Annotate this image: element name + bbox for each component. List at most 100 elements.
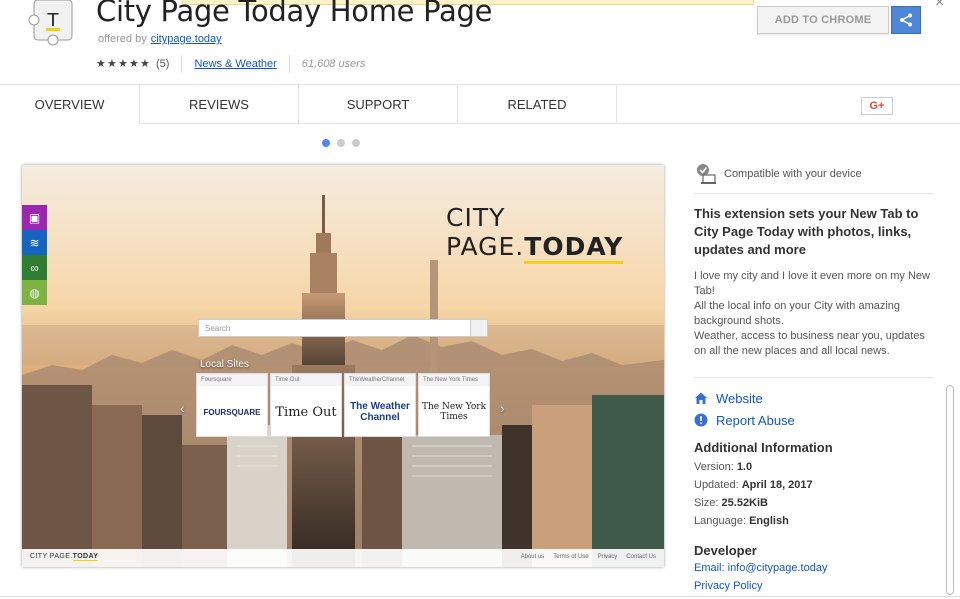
compatibility-text: Compatible with your device: [724, 168, 862, 180]
website-label[interactable]: Website: [716, 391, 763, 406]
email-row: Email: info@citypage.today: [694, 562, 827, 574]
site-tile-header: The New York Times: [419, 374, 489, 386]
logo-suffix: TODAY: [524, 232, 624, 264]
description-body: I love my city and I love it even more o…: [694, 270, 930, 357]
tab-related[interactable]: RELATED: [458, 85, 617, 124]
site-tile-logo: Time Out: [275, 404, 337, 420]
globe-icon[interactable]: ◍: [22, 280, 47, 305]
category-link[interactable]: News & Weather: [194, 58, 276, 70]
star-icon: ★: [129, 57, 139, 70]
star-icon: ★: [118, 57, 128, 70]
footer-link: Contact Us: [626, 554, 656, 560]
footer-logo-prefix: CITY PAGE.: [30, 553, 73, 560]
carousel-dots: [322, 139, 360, 147]
extension-header: T City Page Today Home Page offered by ci…: [0, 0, 960, 85]
site-tile-logo: The New York Times: [421, 402, 487, 422]
rating-row: ★ ★ ★ ★ ★ (5) News & Weather 61,608 users: [96, 55, 366, 73]
screenshot-search-input: Search: [198, 319, 488, 337]
device-check-icon: [697, 164, 716, 184]
updated-label: Updated:: [694, 479, 739, 491]
footer-links: About us Terms of Use Privacy Contact Us: [521, 554, 656, 560]
chevron-left-icon: ‹: [180, 400, 185, 416]
google-plus-button[interactable]: G+: [861, 97, 893, 115]
site-tile-logo: FOURSQUARE: [203, 407, 261, 417]
privacy-policy-link[interactable]: Privacy Policy: [694, 580, 762, 592]
footer-link: About us: [520, 554, 545, 560]
site-tile: The New York Times The New York Times: [418, 373, 490, 437]
extension-title: City Page Today Home Page: [96, 0, 493, 28]
divider: [288, 55, 290, 73]
site-tile-header: Foursquare: [197, 374, 267, 386]
extension-screenshot[interactable]: CITY PAGE.TODAY ▣ ≋ ∞ ◍ Search Local Sit…: [22, 165, 664, 567]
add-to-chrome-button[interactable]: ADD TO CHROME: [757, 6, 889, 34]
close-icon[interactable]: ×: [935, 0, 944, 12]
tab-bar: OVERVIEW REVIEWS SUPPORT RELATED: [0, 85, 960, 124]
star-icon: ★: [140, 57, 150, 70]
star-icon: ★: [107, 57, 117, 70]
tab-reviews[interactable]: REVIEWS: [140, 85, 299, 124]
language-value: English: [749, 515, 789, 527]
site-tile: Time Out Time Out: [270, 373, 342, 437]
developer-title: Developer: [694, 543, 757, 558]
report-abuse-link[interactable]: Report Abuse: [694, 411, 795, 429]
rating-count[interactable]: (5): [156, 58, 169, 70]
updated-row: Updated: April 18, 2017: [694, 479, 813, 491]
site-tile-header: TheWeatherChannel: [345, 374, 415, 386]
size-row: Size: 25.52KiB: [694, 497, 768, 509]
divider: [694, 193, 934, 194]
version-row: Version: 1.0: [694, 461, 752, 473]
email-label: Email:: [694, 562, 725, 574]
language-row: Language: English: [694, 515, 789, 527]
offered-by-link[interactable]: citypage.today: [151, 33, 222, 45]
screenshot-footer: CITY PAGE.TODAY About us Terms of Use Pr…: [22, 549, 664, 567]
footer-logo: CITY PAGE.TODAY: [30, 553, 99, 561]
user-count: 61,608 users: [301, 58, 366, 70]
version-label: Version:: [694, 461, 734, 473]
search-icon: [470, 319, 488, 337]
city-page-logo: CITY PAGE.TODAY: [446, 203, 664, 264]
description-summary: This extension sets your New Tab to City…: [694, 206, 919, 257]
link-icon[interactable]: ∞: [22, 255, 47, 280]
additional-info-title: Additional Information: [694, 440, 833, 455]
offered-by-label: offered by: [98, 33, 147, 45]
carousel-dot[interactable]: [337, 139, 345, 147]
report-abuse-label[interactable]: Report Abuse: [716, 413, 795, 428]
local-sites-title: Local Sites: [200, 359, 249, 370]
footer-logo-suffix: TODAY: [72, 553, 99, 561]
version-value: 1.0: [736, 461, 753, 473]
gallery-icon[interactable]: ▣: [22, 205, 47, 230]
extension-page: T City Page Today Home Page offered by ci…: [0, 0, 960, 599]
site-tile: TheWeatherChannel The Weather Channel: [344, 373, 416, 437]
footer-link: Terms of Use: [553, 554, 589, 560]
share-button[interactable]: [891, 6, 921, 34]
carousel-dot[interactable]: [352, 139, 360, 147]
scrollbar-thumb[interactable]: [946, 385, 954, 595]
star-icon: ★: [96, 57, 106, 70]
site-tile: Foursquare FOURSQUARE: [196, 373, 268, 437]
offered-by: offered by citypage.today: [98, 33, 222, 45]
local-sites-tiles: Foursquare FOURSQUARE Time Out Time Out …: [196, 373, 490, 437]
side-toolbar: ▣ ≋ ∞ ◍: [22, 205, 47, 305]
website-link[interactable]: Website: [694, 389, 763, 407]
tab-support[interactable]: SUPPORT: [299, 85, 458, 124]
rss-icon[interactable]: ≋: [22, 230, 47, 255]
site-tile-header: Time Out: [271, 374, 341, 386]
chevron-right-icon: ›: [500, 400, 505, 416]
alert-icon: [694, 413, 708, 427]
site-tile-logo: The Weather Channel: [350, 401, 410, 423]
divider: [181, 55, 183, 73]
tab-overview[interactable]: OVERVIEW: [0, 85, 140, 124]
svg-text:T: T: [47, 10, 60, 31]
size-label: Size:: [694, 497, 719, 509]
updated-value: April 18, 2017: [741, 479, 813, 491]
home-icon: [695, 392, 707, 404]
language-label: Language:: [694, 515, 746, 527]
divider: [694, 377, 934, 378]
star-rating[interactable]: ★ ★ ★ ★ ★: [96, 57, 151, 70]
carousel-dot[interactable]: [322, 139, 330, 147]
extension-icon: T: [28, 0, 73, 46]
logo-prefix: CITY PAGE.: [446, 203, 525, 261]
email-link[interactable]: info@citypage.today: [728, 562, 828, 574]
share-icon: [900, 13, 912, 27]
footer-link: Privacy: [597, 554, 618, 560]
